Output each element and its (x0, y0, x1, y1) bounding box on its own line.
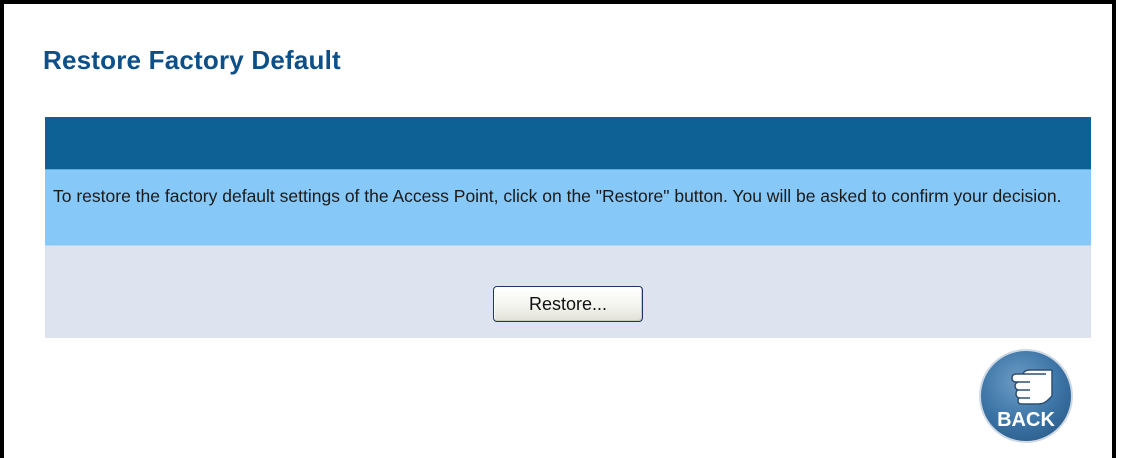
page-title: Restore Factory Default (43, 45, 341, 75)
restore-panel: To restore the factory default settings … (45, 117, 1091, 338)
panel-actions-row: Restore... (45, 246, 1091, 338)
page-frame: Restore Factory Default To restore the f… (0, 0, 1116, 458)
back-button[interactable]: BACK (978, 348, 1074, 444)
pointing-hand-icon (1011, 369, 1053, 405)
panel-header-bar (45, 117, 1091, 169)
back-icon: BACK (979, 349, 1073, 443)
restore-description: To restore the factory default settings … (45, 169, 1091, 246)
back-label: BACK (997, 409, 1055, 431)
restore-button[interactable]: Restore... (493, 286, 643, 322)
